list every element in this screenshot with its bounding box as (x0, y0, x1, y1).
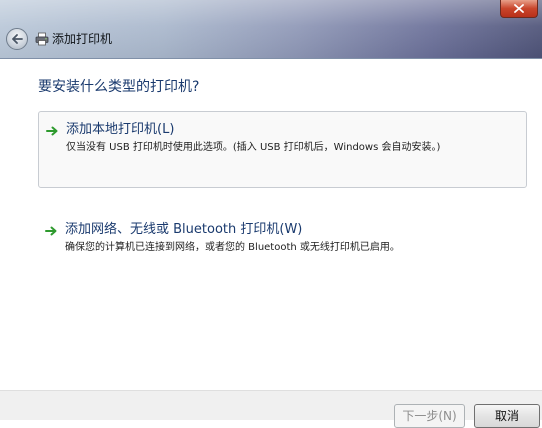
add-network-printer-option[interactable]: 添加网络、无线或 Bluetooth 打印机(W) 确保您的计算机已连接到网络，… (38, 209, 527, 259)
page-heading: 要安装什么类型的打印机? (38, 79, 200, 95)
back-button[interactable] (6, 28, 28, 50)
close-icon (514, 4, 524, 13)
wizard-content: 要安装什么类型的打印机? 添加本地打印机(L) 仅当没有 USB 打印机时使用此… (0, 59, 542, 389)
option-title: 添加网络、无线或 Bluetooth 打印机(W) (65, 222, 303, 237)
back-arrow-icon (12, 34, 23, 44)
close-button[interactable] (500, 0, 538, 18)
add-local-printer-option[interactable]: 添加本地打印机(L) 仅当没有 USB 打印机时使用此选项。(插入 USB 打印… (38, 111, 527, 188)
option-description: 确保您的计算机已连接到网络，或者您的 Bluetooth 或无线打印机已启用。 (65, 242, 400, 253)
title-bar: 添加打印机 (0, 0, 542, 59)
window-title: 添加打印机 (52, 32, 113, 46)
next-button[interactable]: 下一步(N) (394, 404, 465, 428)
printer-icon (35, 32, 49, 46)
wizard-footer: 下一步(N) 取消 (0, 390, 542, 428)
option-description: 仅当没有 USB 打印机时使用此选项。(插入 USB 打印机后，Windows … (66, 142, 441, 153)
option-title: 添加本地打印机(L) (66, 122, 175, 137)
green-arrow-icon (45, 226, 57, 236)
green-arrow-icon (46, 126, 58, 136)
cancel-button[interactable]: 取消 (474, 404, 540, 428)
title-bar-glass (0, 0, 542, 58)
